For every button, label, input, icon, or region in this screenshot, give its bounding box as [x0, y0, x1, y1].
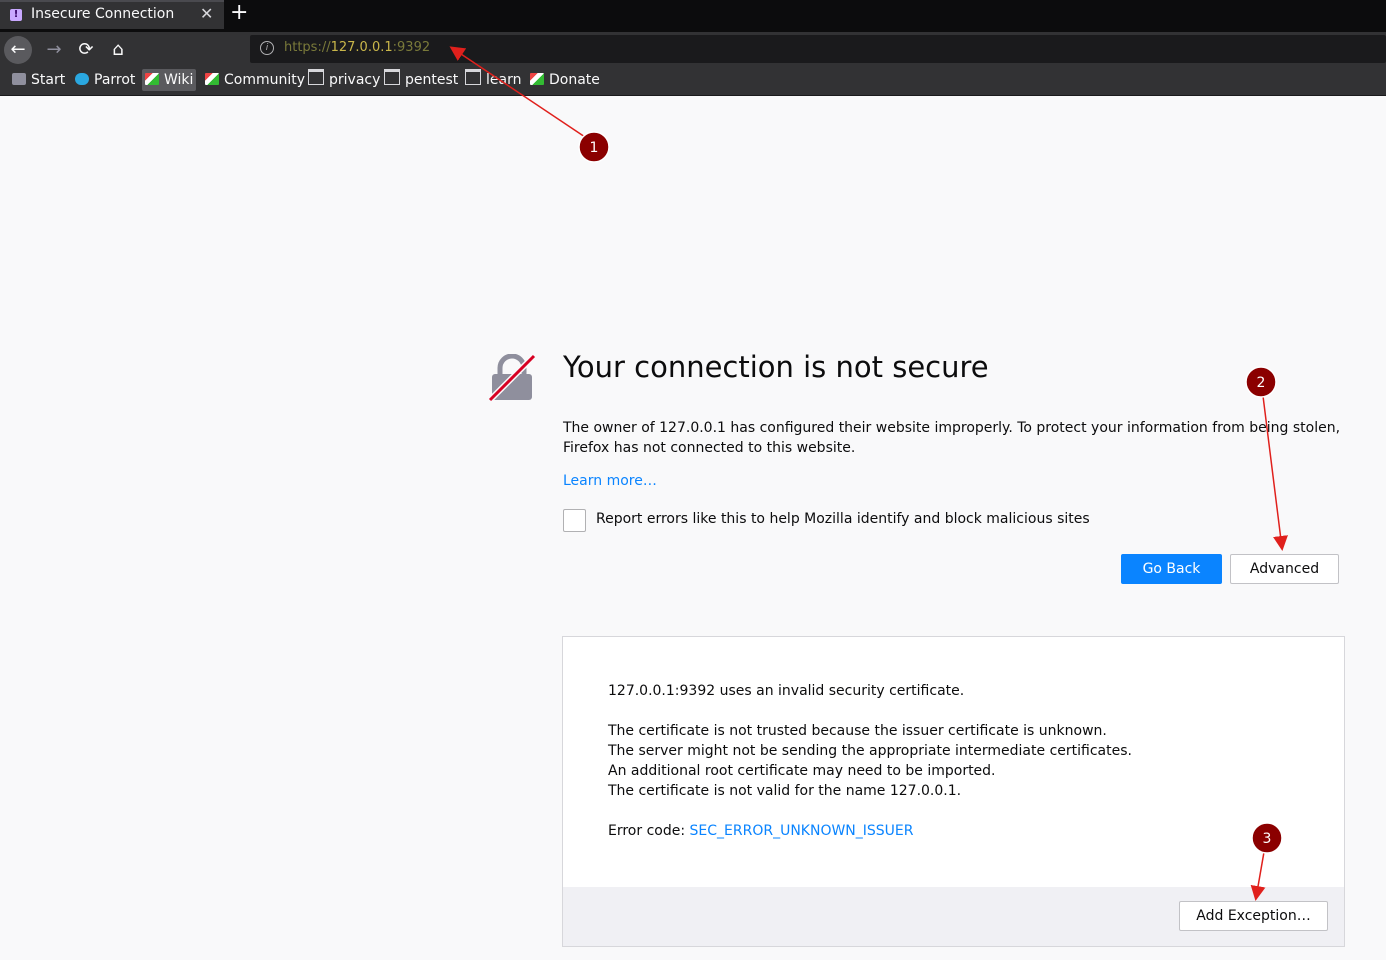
star-icon [12, 73, 26, 85]
bookmarks-toolbar: Start Parrot Wiki Community privacy pent… [0, 65, 1386, 96]
back-arrow-icon[interactable]: ← [4, 36, 32, 64]
learn-more-link[interactable]: Learn more… [563, 473, 657, 489]
error-code-label: Error code: [608, 823, 690, 839]
cert-detail-line: The certificate is not trusted because t… [608, 723, 1107, 739]
reload-icon[interactable]: ⟳ [72, 36, 100, 64]
error-description: The owner of 127.0.0.1 has configured th… [563, 420, 1341, 456]
page-title: Your connection is not secure [563, 350, 989, 384]
bookmark-label: Community [224, 72, 306, 88]
bookmark-label: pentest [405, 72, 459, 88]
cert-detail-line: The certificate is not valid for the nam… [608, 783, 962, 799]
url-bar[interactable]: i https://127.0.0.1:9392 [250, 35, 1386, 63]
annotation-marker-2: 2 [1245, 366, 1277, 398]
folder-icon [465, 69, 481, 85]
cert-detail-line: An additional root certificate may need … [608, 763, 996, 779]
cert-detail-line: The server might not be sending the appr… [608, 743, 1132, 759]
home-icon[interactable]: ⌂ [104, 36, 132, 64]
new-tab-icon[interactable]: + [230, 0, 248, 25]
bookmark-label: Parrot [94, 72, 136, 88]
wiki-icon [145, 73, 159, 85]
svg-text:1: 1 [590, 140, 599, 156]
url-host: 127.0.0.1 [330, 40, 393, 55]
bookmark-label: Donate [549, 72, 600, 88]
community-icon [205, 73, 219, 85]
go-back-button[interactable]: Go Back [1121, 554, 1222, 584]
bookmark-folder-pentest[interactable]: pentest [384, 69, 458, 91]
tab-title: Insecure Connection [31, 6, 175, 22]
advanced-panel: 127.0.0.1:9392 uses an invalid security … [562, 636, 1345, 947]
url-port: :9392 [392, 40, 431, 55]
bookmark-label: Wiki [164, 72, 194, 88]
warning-favicon-icon: ! [10, 9, 22, 21]
error-code-row: Error code: SEC_ERROR_UNKNOWN_ISSUER [608, 823, 914, 839]
bookmark-community[interactable]: Community [205, 69, 305, 91]
folder-icon [308, 69, 324, 85]
folder-icon [384, 69, 400, 85]
url-scheme: https:// [284, 40, 331, 55]
advanced-panel-footer: Add Exception… [563, 887, 1344, 946]
bookmark-start[interactable]: Start [12, 69, 65, 91]
bookmark-label: Start [31, 72, 66, 88]
cert-invalid-text: 127.0.0.1:9392 uses an invalid security … [608, 683, 965, 699]
parrot-icon [75, 73, 89, 85]
forward-arrow-icon[interactable]: → [40, 36, 68, 64]
donate-icon [530, 73, 544, 85]
bookmark-label: privacy [329, 72, 381, 88]
add-exception-button[interactable]: Add Exception… [1179, 901, 1328, 931]
close-tab-icon[interactable]: ✕ [200, 4, 213, 23]
bookmark-folder-privacy[interactable]: privacy [308, 69, 380, 91]
info-icon[interactable]: i [260, 41, 274, 55]
tab-bar: ! Insecure Connection ✕ + [0, 0, 1386, 32]
bookmark-parrot[interactable]: Parrot [75, 69, 135, 91]
bookmark-wiki[interactable]: Wiki [142, 69, 197, 91]
error-code-link[interactable]: SEC_ERROR_UNKNOWN_ISSUER [690, 823, 914, 839]
advanced-button[interactable]: Advanced [1230, 554, 1339, 584]
broken-lock-icon [488, 354, 536, 402]
tab-insecure-connection[interactable]: ! Insecure Connection ✕ [0, 0, 224, 29]
report-errors-label: Report errors like this to help Mozilla … [596, 511, 1090, 527]
svg-text:2: 2 [1257, 375, 1266, 391]
bookmark-label: learn [486, 72, 522, 88]
bookmark-donate[interactable]: Donate [530, 69, 600, 91]
report-errors-checkbox[interactable] [563, 509, 586, 532]
url-text[interactable]: https://127.0.0.1:9392 [284, 40, 430, 55]
annotation-marker-1: 1 [578, 131, 610, 163]
bookmark-folder-learn[interactable]: learn [465, 69, 521, 91]
